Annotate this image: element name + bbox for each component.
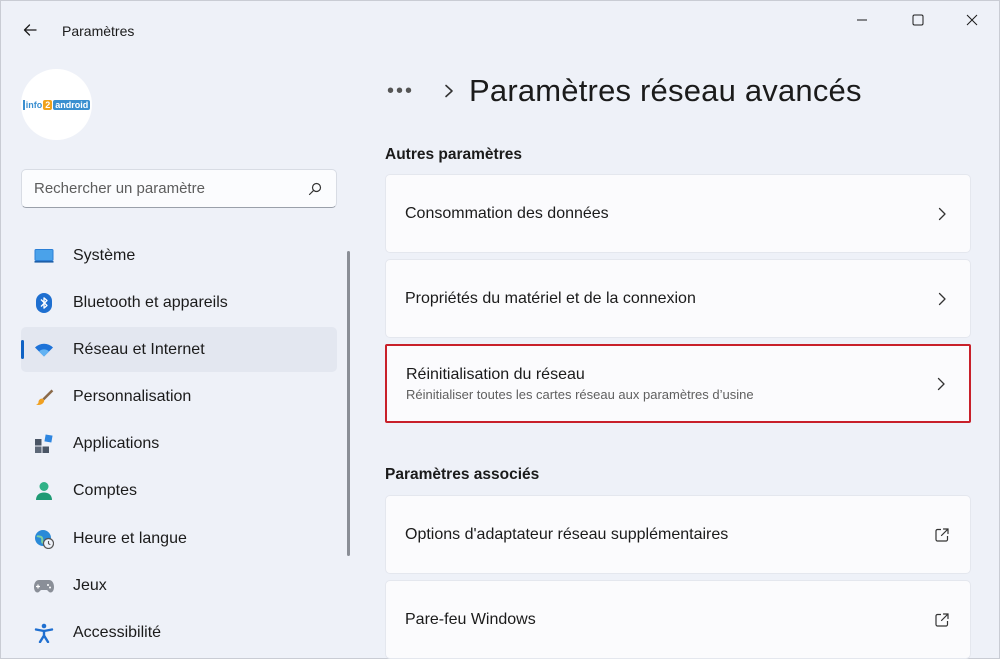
accessibility-icon xyxy=(33,622,55,644)
maximize-icon xyxy=(912,14,924,26)
sidebar-item-systeme[interactable]: Système xyxy=(21,233,337,278)
avatar[interactable]: info 2 android xyxy=(21,69,92,140)
card-options-adaptateur[interactable]: Options d'adaptateur réseau supplémentai… xyxy=(385,495,971,574)
wifi-icon xyxy=(33,339,55,361)
close-icon xyxy=(966,14,978,26)
minimize-button[interactable] xyxy=(839,5,885,35)
title-bar: Paramètres xyxy=(1,1,1000,61)
sidebar-scrollbar[interactable] xyxy=(347,251,350,556)
chevron-right-icon xyxy=(934,291,950,307)
sidebar-item-label: Personnalisation xyxy=(73,388,192,406)
card-label: Propriétés du matériel et de la connexio… xyxy=(405,289,696,307)
back-button[interactable] xyxy=(15,15,45,45)
card-label: Pare-feu Windows xyxy=(405,610,536,628)
monitor-icon xyxy=(33,245,55,267)
close-button[interactable] xyxy=(949,5,995,35)
sidebar-item-jeux[interactable]: Jeux xyxy=(21,563,337,608)
breadcrumb: ••• Paramètres réseau avancés xyxy=(387,69,862,113)
clock-globe-icon xyxy=(33,528,55,550)
section-title-associes: Paramètres associés xyxy=(385,466,540,483)
sidebar-item-label: Heure et langue xyxy=(73,529,187,547)
section-title-autres: Autres paramètres xyxy=(385,146,522,163)
site-logo: info 2 android xyxy=(22,99,91,110)
sidebar-item-heure[interactable]: Heure et langue xyxy=(21,516,337,561)
person-icon xyxy=(33,480,55,502)
sidebar-item-applications[interactable]: Applications xyxy=(21,422,337,467)
search-icon[interactable] xyxy=(306,180,324,198)
breadcrumb-more-button[interactable]: ••• xyxy=(387,80,427,103)
paintbrush-icon xyxy=(33,386,55,408)
sidebar-item-accessibilite[interactable]: Accessibilité xyxy=(21,611,337,656)
app-title: Paramètres xyxy=(62,23,135,39)
sidebar-item-label: Système xyxy=(73,246,136,264)
page-title: Paramètres réseau avancés xyxy=(469,73,862,108)
card-consommation-donnees[interactable]: Consommation des données xyxy=(385,174,971,253)
back-arrow-icon xyxy=(23,24,37,36)
sidebar-item-bluetooth[interactable]: Bluetooth et appareils xyxy=(21,280,337,325)
chevron-right-icon xyxy=(934,206,950,222)
card-sublabel: Réinitialiser toutes les cartes réseau a… xyxy=(406,386,754,402)
sidebar-item-label: Applications xyxy=(73,435,160,453)
bluetooth-icon xyxy=(33,292,55,314)
card-label: Consommation des données xyxy=(405,204,609,222)
card-label: Options d'adaptateur réseau supplémentai… xyxy=(405,525,729,543)
search-box xyxy=(21,169,337,208)
sidebar-item-reseau[interactable]: Réseau et Internet xyxy=(21,327,337,373)
card-proprietes-materiel[interactable]: Propriétés du matériel et de la connexio… xyxy=(385,259,971,338)
minimize-icon xyxy=(857,19,867,21)
chevron-right-icon xyxy=(933,376,949,392)
sidebar-item-label: Réseau et Internet xyxy=(73,340,205,358)
external-link-icon xyxy=(934,612,950,628)
chevron-right-icon xyxy=(443,84,455,98)
sidebar-item-label: Jeux xyxy=(73,576,107,594)
maximize-button[interactable] xyxy=(895,5,941,35)
gamepad-icon xyxy=(33,575,55,597)
sidebar-nav: Système Bluetooth et appareils Réseau et… xyxy=(21,233,337,658)
sidebar-item-label: Bluetooth et appareils xyxy=(73,293,228,311)
card-pare-feu[interactable]: Pare-feu Windows xyxy=(385,580,971,659)
sidebar-item-personnalisation[interactable]: Personnalisation xyxy=(21,375,337,420)
search-input[interactable] xyxy=(34,180,306,197)
card-label: Réinitialisation du réseau xyxy=(406,365,585,383)
apps-icon xyxy=(33,433,55,455)
sidebar-item-label: Comptes xyxy=(73,482,138,500)
sidebar-item-comptes[interactable]: Comptes xyxy=(21,469,337,514)
card-reinitialisation-reseau[interactable]: Réinitialisation du réseau Réinitialiser… xyxy=(385,344,971,423)
sidebar-item-label: Accessibilité xyxy=(73,624,162,641)
external-link-icon xyxy=(934,527,950,543)
